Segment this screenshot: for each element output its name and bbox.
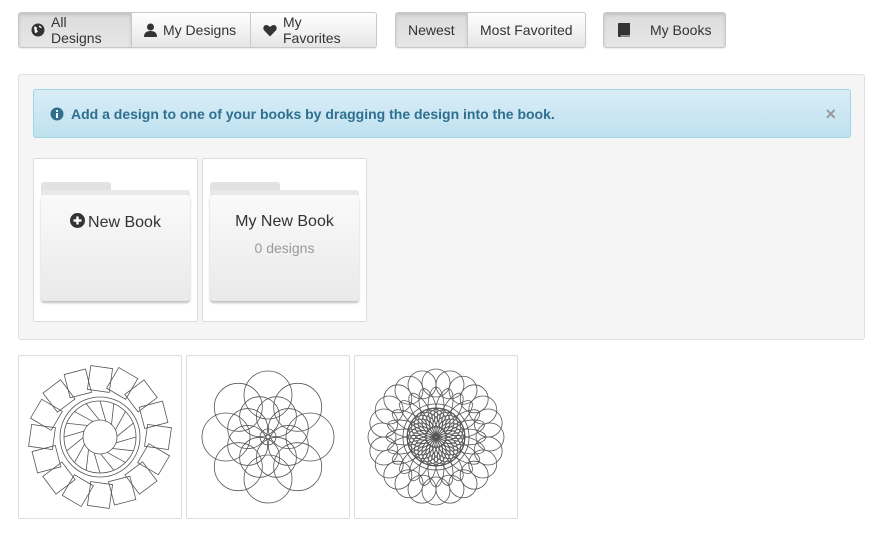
all-designs-label: All Designs: [51, 14, 102, 46]
my-designs-button[interactable]: My Designs: [132, 13, 251, 47]
newest-label: Newest: [408, 22, 455, 38]
info-alert: Add a design to one of your books by dra…: [33, 89, 851, 138]
design-thumbnail[interactable]: [18, 355, 182, 519]
sort-button-group: Newest Most Favorited: [395, 12, 586, 48]
info-circle-icon: [50, 107, 64, 121]
books-button-group: My Books: [603, 12, 726, 48]
alert-text: Add a design to one of your books by dra…: [71, 105, 555, 122]
my-books-button[interactable]: My Books: [604, 13, 725, 47]
plus-circle-icon: [70, 213, 86, 233]
user-icon: [144, 23, 157, 37]
my-books-label: My Books: [650, 22, 712, 38]
globe-icon: [31, 23, 45, 37]
folder-icon: [41, 182, 190, 301]
my-favorites-label: My Favorites: [283, 14, 341, 46]
book-icon: [618, 23, 630, 37]
newest-button[interactable]: Newest: [396, 13, 468, 47]
most-favorited-button[interactable]: Most Favorited: [468, 13, 585, 47]
new-book-label: New Book: [88, 214, 161, 231]
filter-button-group: All Designs My Designs My Favorites: [18, 12, 377, 48]
new-book-card[interactable]: New Book: [33, 158, 198, 322]
design-thumbnail[interactable]: [186, 355, 350, 519]
design-thumbnail[interactable]: [354, 355, 518, 519]
book-title: My New Book: [235, 213, 334, 230]
square-petal-mandala-image: [28, 365, 172, 509]
spirograph-lace-image: [367, 368, 505, 506]
heart-icon: [263, 24, 277, 37]
book-card[interactable]: My New Book 0 designs: [202, 158, 367, 322]
most-favorited-label: Most Favorited: [480, 22, 573, 38]
new-book-title: New Book: [34, 213, 197, 233]
books-panel: Add a design to one of your books by dra…: [18, 74, 865, 340]
book-design-count: 0 designs: [254, 240, 315, 256]
close-icon[interactable]: ×: [825, 104, 836, 124]
circle-rosette-image: [201, 370, 335, 504]
all-designs-button[interactable]: All Designs: [19, 13, 132, 47]
my-favorites-button[interactable]: My Favorites: [251, 13, 375, 47]
my-designs-label: My Designs: [163, 22, 237, 38]
